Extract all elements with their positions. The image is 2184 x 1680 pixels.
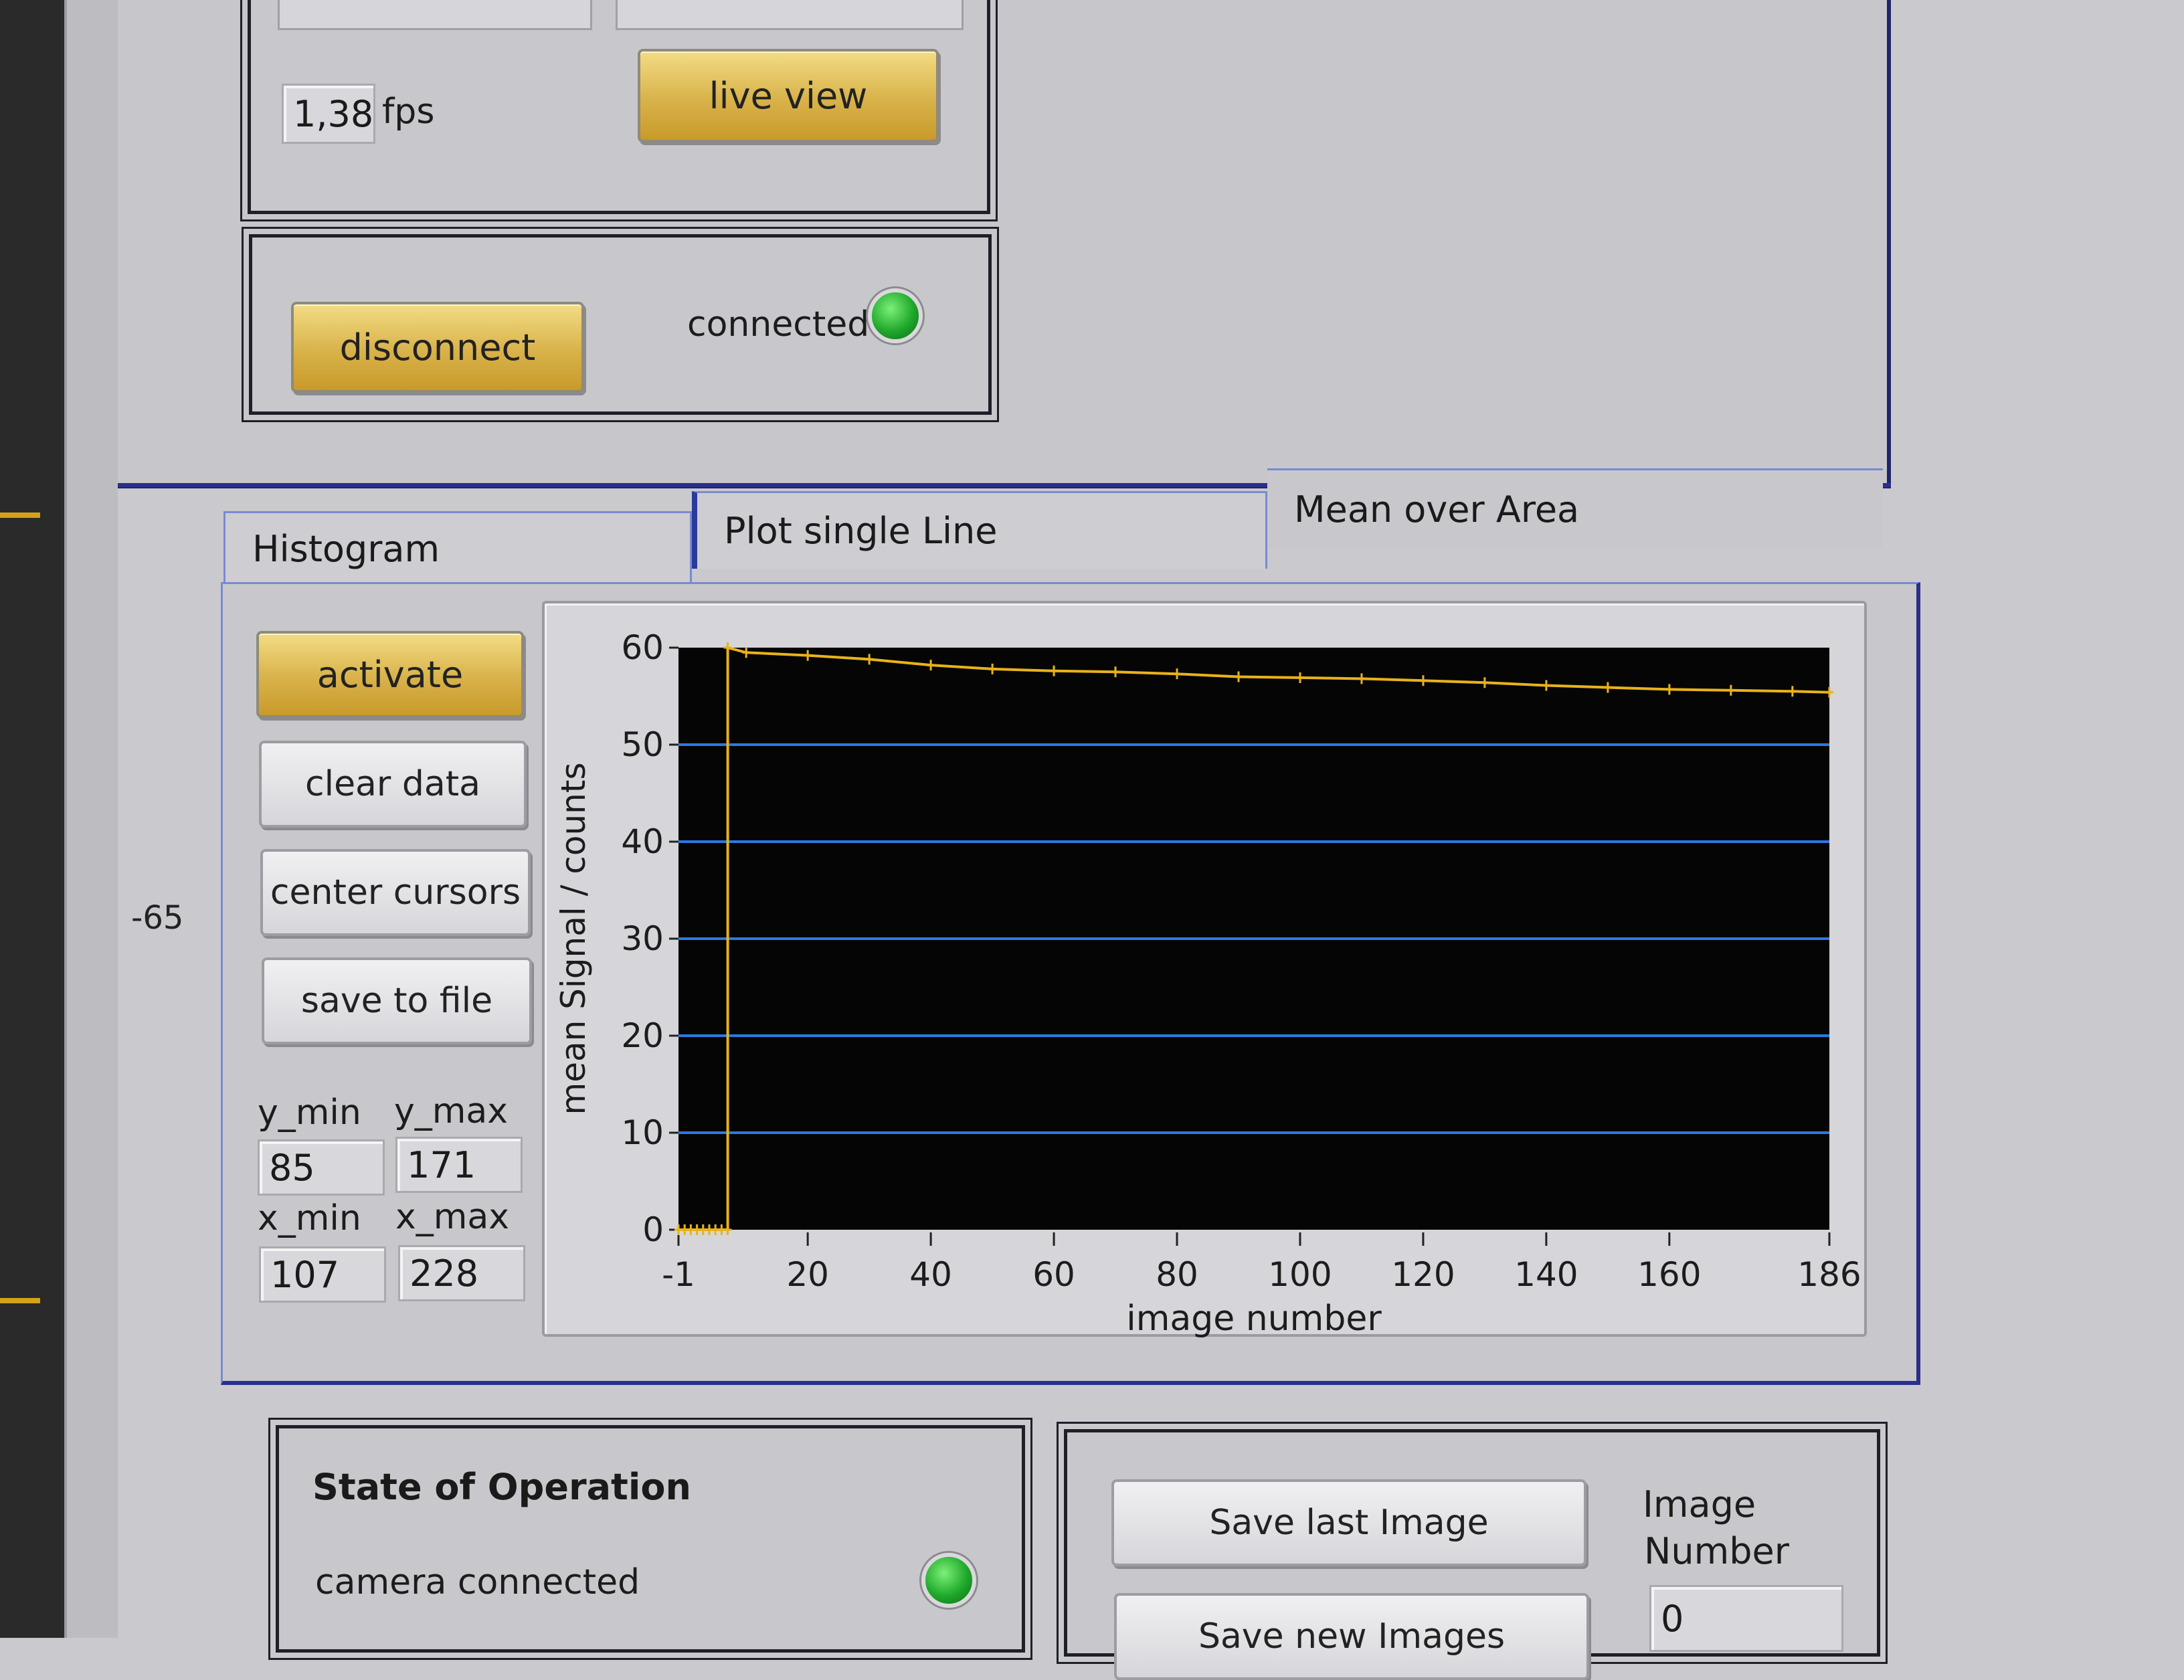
x-tick-label: 160 xyxy=(1637,1255,1701,1294)
y-max-label: y_max xyxy=(394,1091,509,1131)
clear-data-button[interactable]: clear data xyxy=(259,741,527,828)
x-tick-label: 120 xyxy=(1391,1255,1455,1294)
y-axis-label: mean Signal / counts xyxy=(554,762,593,1115)
y-tick-label: 10 xyxy=(621,1113,664,1152)
connected-label: connected xyxy=(687,304,870,345)
x-min-input[interactable]: 107 xyxy=(259,1246,386,1303)
x-tick-label: 186 xyxy=(1797,1255,1861,1294)
activate-button[interactable]: activate xyxy=(256,631,524,718)
y-tick-label: 20 xyxy=(621,1016,664,1055)
tab-histogram[interactable]: Histogram xyxy=(223,511,692,585)
marker-line-bottom xyxy=(0,1298,40,1303)
y-tick-label: 0 xyxy=(642,1210,664,1249)
camera-setting-field[interactable] xyxy=(616,0,964,30)
image-number-label-line1: Image xyxy=(1643,1483,1756,1525)
y-max-input[interactable]: 171 xyxy=(395,1137,523,1193)
fps-display: 1,38 xyxy=(282,84,375,144)
x-axis-label: image number xyxy=(1126,1299,1382,1339)
camera-group: 1,38 fps live view xyxy=(240,0,998,221)
side-value: -65 xyxy=(131,899,184,937)
marker-line-top xyxy=(0,512,40,518)
disconnect-button[interactable]: disconnect xyxy=(291,302,584,393)
x-tick-label: 140 xyxy=(1514,1255,1578,1294)
y-tick-label: 30 xyxy=(621,919,664,958)
image-number-input[interactable]: 0 xyxy=(1649,1585,1843,1652)
connected-indicator-led xyxy=(868,288,923,343)
state-title: State of Operation xyxy=(312,1466,691,1508)
x-tick-label: 40 xyxy=(909,1255,952,1294)
y-tick-label: 60 xyxy=(621,628,664,667)
live-view-button[interactable]: live view xyxy=(638,49,939,143)
tab-plot-single-line-label: Plot single Line xyxy=(724,510,998,552)
x-max-label: x_max xyxy=(395,1197,510,1237)
y-tick-label: 50 xyxy=(621,725,664,764)
y-tick-label: 40 xyxy=(621,822,664,861)
state-of-operation-group: State of Operation camera connected xyxy=(268,1418,1032,1660)
tab-plot-single-line[interactable]: Plot single Line xyxy=(692,491,1267,569)
connection-group: disconnect connected xyxy=(242,227,999,422)
x-tick-label: 100 xyxy=(1268,1255,1332,1294)
x-tick-label: 60 xyxy=(1032,1255,1075,1294)
y-min-label: y_min xyxy=(258,1093,361,1133)
save-images-group: Save last Image Save new Images Image Nu… xyxy=(1057,1422,1888,1680)
center-cursors-button[interactable]: center cursors xyxy=(260,849,531,936)
save-last-image-button[interactable]: Save last Image xyxy=(1111,1479,1586,1566)
x-tick-label: 20 xyxy=(786,1255,829,1294)
tab-mean-over-area[interactable]: Mean over Area xyxy=(1267,468,1883,549)
image-number-label-line2: Number xyxy=(1644,1530,1789,1572)
save-new-images-button[interactable]: Save new Images xyxy=(1114,1593,1589,1680)
monitor-bezel xyxy=(0,0,64,1638)
camera-connected-led xyxy=(921,1553,976,1608)
y-min-input[interactable]: 85 xyxy=(258,1139,385,1196)
camera-select-field[interactable] xyxy=(278,0,592,30)
save-to-file-button[interactable]: save to file xyxy=(262,957,532,1044)
window-edge xyxy=(64,0,118,1638)
tab-histogram-label: Histogram xyxy=(252,528,440,570)
camera-connected-label: camera connected xyxy=(315,1562,640,1602)
x-tick-label: 80 xyxy=(1156,1255,1198,1294)
x-max-input[interactable]: 228 xyxy=(398,1245,525,1301)
chart-canvas: 0102030405060 -1 20 40 60 80 100 120 140 160 186 … xyxy=(554,628,1861,1339)
x-tick-label: -1 xyxy=(662,1255,695,1294)
mean-signal-chart: 0 10 20 30 40 50 60 -1 20 40 60 80 100 120 140 160 186 … xyxy=(542,601,1867,1339)
tab-mean-over-area-label: Mean over Area xyxy=(1294,488,1580,531)
fps-unit-label: fps xyxy=(382,92,435,132)
x-min-label: x_min xyxy=(258,1198,361,1238)
